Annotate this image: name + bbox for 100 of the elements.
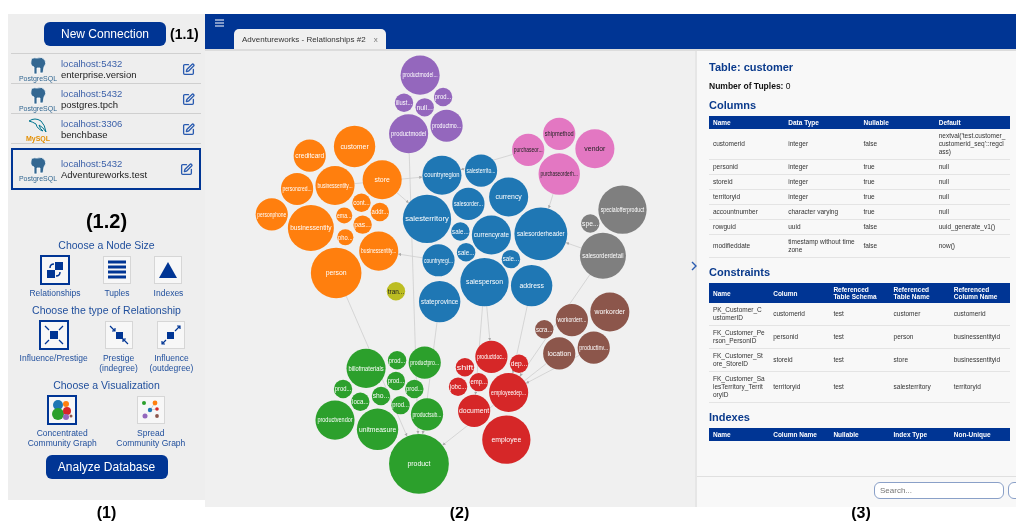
graph-node[interactable] — [352, 193, 371, 212]
graph-node[interactable] — [333, 379, 353, 399]
table-title: Table: customer — [709, 61, 795, 73]
edit-icon[interactable] — [182, 92, 195, 106]
graph-node[interactable] — [581, 214, 600, 233]
elephant-icon — [28, 86, 48, 105]
graph-node[interactable] — [555, 303, 588, 337]
graph-node[interactable] — [456, 243, 476, 262]
connection-host: localhost:5432 — [61, 58, 124, 69]
option-label: Spread Community Graph — [116, 428, 186, 448]
graph-node[interactable] — [386, 371, 406, 391]
graph-node[interactable] — [356, 408, 399, 450]
graph-node[interactable] — [489, 177, 529, 217]
graph-node[interactable] — [415, 98, 434, 117]
graph-node[interactable] — [371, 386, 391, 406]
document-tab[interactable]: Adventureworks - Relationships #2 x — [234, 29, 386, 49]
section-heading: Constraints — [709, 266, 772, 278]
menu-icon[interactable] — [215, 19, 224, 27]
graph-node[interactable] — [315, 166, 355, 206]
graph-node[interactable] — [422, 244, 455, 277]
graph-node[interactable] — [293, 139, 326, 172]
graph-node[interactable] — [482, 415, 531, 464]
annotation-label: (1) — [95, 503, 118, 522]
graph-node[interactable] — [255, 198, 288, 231]
graph-node[interactable] — [451, 222, 470, 241]
graph-node[interactable] — [337, 229, 354, 246]
option-button[interactable]: Spread Community Graph — [116, 395, 186, 448]
option-button[interactable]: Tuples — [102, 255, 132, 298]
graph-node[interactable] — [469, 372, 488, 392]
graph-node[interactable] — [394, 93, 414, 112]
edit-icon[interactable] — [182, 62, 195, 76]
graph-node[interactable] — [579, 232, 626, 279]
edit-icon[interactable] — [180, 162, 193, 176]
tuple-count: Number of Tuples: 0 — [709, 81, 792, 91]
graph-node[interactable] — [370, 202, 390, 222]
graph-node[interactable] — [510, 264, 553, 307]
new-connection-button[interactable]: New Connection — [44, 22, 166, 46]
section-heading: Indexes — [709, 411, 751, 423]
option-label: Concentrated Community Graph — [27, 428, 97, 448]
graph-node[interactable] — [405, 379, 424, 399]
graph-node[interactable] — [422, 155, 462, 195]
graph-node[interactable] — [408, 346, 441, 379]
section-title: Choose the type of Relationship — [31, 304, 182, 316]
connection-host: localhost:5432 — [61, 88, 124, 99]
search-field[interactable]: Search... — [874, 481, 1004, 499]
option-label: Indexes — [153, 288, 184, 298]
graph-node[interactable] — [464, 154, 498, 187]
analyze-database-button[interactable]: Analyze Database — [45, 455, 168, 479]
graph-node[interactable] — [353, 215, 372, 234]
graph-node[interactable] — [280, 172, 314, 206]
section-title: Choose a Node Size — [57, 239, 156, 251]
annotation-label: (1.2) — [85, 210, 128, 233]
graph-node[interactable] — [577, 331, 610, 364]
option-label: Influence (outdegree) — [149, 353, 194, 373]
graph-node[interactable] — [359, 231, 399, 271]
graph-node[interactable] — [489, 372, 529, 413]
connection-host: localhost:5432 — [61, 158, 124, 169]
graph-node[interactable] — [402, 194, 452, 244]
graph-node[interactable] — [475, 340, 508, 373]
graph-node[interactable] — [512, 133, 545, 166]
graph-node[interactable] — [287, 205, 334, 252]
graph-node[interactable] — [351, 392, 370, 411]
option-button[interactable]: Influence/Prestige — [19, 320, 88, 373]
edit-icon[interactable] — [182, 122, 195, 136]
elephant-icon — [28, 156, 48, 175]
option-button[interactable]: Influence (outdegree) — [149, 320, 194, 373]
graph-node[interactable] — [336, 207, 353, 224]
graph-node[interactable] — [410, 398, 444, 431]
chevron-right-icon[interactable] — [691, 261, 697, 271]
option-button[interactable]: Relationships — [29, 255, 81, 298]
option-label: Influence/Prestige — [19, 353, 88, 363]
graph-node[interactable] — [575, 129, 615, 169]
graph-node[interactable] — [418, 280, 461, 323]
graph-node[interactable] — [391, 395, 410, 415]
graph-node[interactable] — [509, 354, 529, 373]
option-button[interactable]: Concentrated Community Graph — [27, 395, 97, 448]
graph-node[interactable] — [333, 125, 376, 168]
graph-node[interactable] — [543, 337, 576, 370]
option-button[interactable]: Prestige (indegree) — [99, 320, 138, 373]
graph-node[interactable] — [452, 187, 485, 221]
graph-node[interactable] — [501, 249, 521, 269]
graph-node[interactable] — [538, 153, 580, 195]
option-button[interactable]: Indexes — [153, 255, 184, 298]
connection-database: benchbase — [61, 129, 109, 140]
graph-node[interactable] — [590, 292, 630, 332]
close-tab-button[interactable]: x — [373, 34, 378, 44]
graph-node[interactable] — [455, 358, 475, 377]
graph-node[interactable] — [433, 87, 453, 107]
option-label: Prestige (indegree) — [99, 353, 138, 373]
graph-node[interactable] — [400, 55, 440, 95]
graph-node[interactable] — [543, 117, 576, 150]
connection-database: postgres.tpch — [61, 99, 120, 110]
graph-node[interactable] — [448, 377, 468, 396]
graph-node[interactable] — [535, 320, 554, 339]
graph-node[interactable] — [389, 433, 449, 494]
graph-node[interactable] — [598, 185, 647, 234]
graph-node[interactable] — [386, 282, 406, 301]
graph-node[interactable] — [458, 394, 491, 427]
graph-node[interactable] — [310, 247, 362, 299]
graph-node[interactable] — [362, 160, 402, 200]
